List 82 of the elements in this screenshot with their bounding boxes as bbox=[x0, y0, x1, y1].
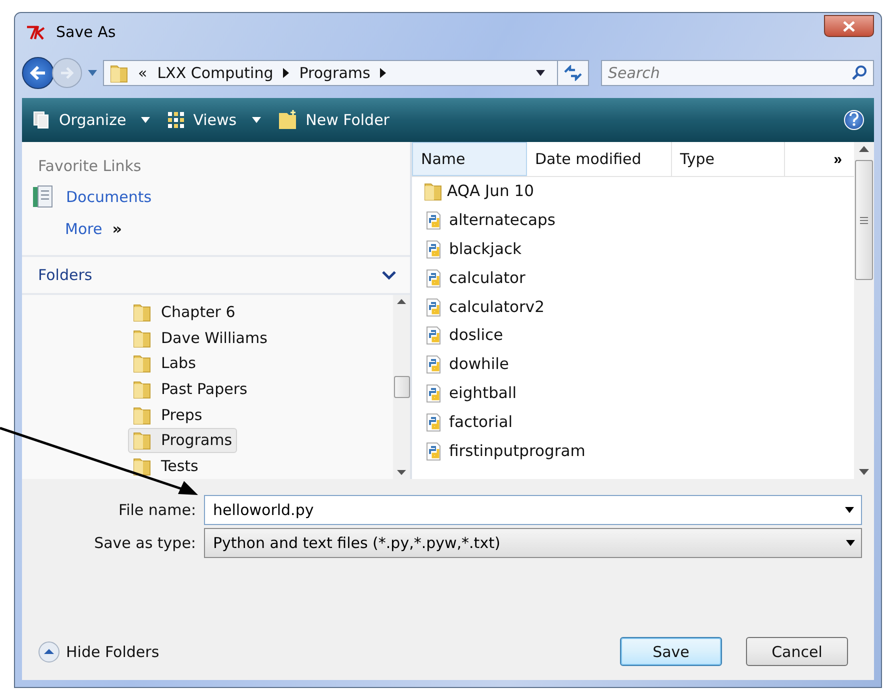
scroll-thumb[interactable] bbox=[394, 376, 410, 398]
folder-icon bbox=[133, 456, 151, 476]
file-item[interactable]: calculator bbox=[412, 263, 854, 292]
toolbar-button[interactable]: Organize bbox=[32, 110, 150, 130]
folder-tree-item[interactable]: Programs bbox=[128, 428, 238, 454]
folder-tree-item[interactable]: Past Papers bbox=[128, 376, 252, 402]
file-item[interactable]: eightball bbox=[412, 378, 854, 408]
scroll-down-icon[interactable] bbox=[859, 469, 869, 475]
file-item[interactable]: alternatecaps bbox=[412, 206, 854, 235]
dropdown-icon bbox=[536, 70, 545, 76]
dropdown-icon bbox=[846, 540, 855, 546]
folder-icon bbox=[110, 63, 128, 83]
folder-icon bbox=[133, 379, 151, 400]
dropdown-icon bbox=[845, 506, 854, 512]
folder-icon bbox=[424, 181, 442, 202]
folders-header[interactable]: Folders bbox=[22, 255, 410, 295]
folder-tree-item[interactable]: Dave Williams bbox=[128, 324, 272, 350]
field-label: Save as type: bbox=[93, 534, 196, 552]
refresh-button[interactable] bbox=[557, 60, 589, 86]
more-chevron-text: » bbox=[112, 220, 122, 238]
file-item[interactable]: factorial bbox=[412, 407, 854, 436]
folder-tree-item[interactable]: Tests bbox=[128, 453, 204, 479]
dropdown-icon bbox=[88, 70, 97, 76]
folder-icon bbox=[133, 353, 151, 374]
search-field[interactable]: Search bbox=[601, 60, 874, 86]
hide-folders-button[interactable]: Hide Folders bbox=[38, 640, 160, 662]
documents-icon bbox=[32, 185, 54, 209]
back-button[interactable] bbox=[22, 57, 54, 89]
forward-arrow-icon bbox=[60, 67, 74, 79]
refresh-icon bbox=[563, 65, 583, 81]
folder-tree-item[interactable]: Chapter 6 bbox=[128, 299, 240, 325]
close-icon bbox=[843, 20, 855, 32]
help-icon bbox=[849, 112, 859, 126]
folder-icon bbox=[133, 430, 151, 450]
address-bar[interactable]: « LXX Computing Programs bbox=[103, 60, 558, 86]
breadcrumb-item[interactable]: LXX Computing bbox=[157, 64, 274, 82]
scroll-thumb[interactable] bbox=[855, 160, 873, 280]
dropdown-icon bbox=[141, 117, 150, 123]
history-dropdown[interactable] bbox=[86, 70, 99, 76]
file-item[interactable]: blackjack bbox=[412, 234, 854, 264]
section-heading: Favorite Links bbox=[37, 156, 142, 177]
more-link[interactable]: More bbox=[65, 220, 102, 238]
scroll-down-icon[interactable] bbox=[397, 470, 406, 475]
column-header[interactable]: Name bbox=[412, 142, 527, 176]
folder-tree-item[interactable]: Labs bbox=[128, 350, 201, 376]
field-label: File name: bbox=[118, 500, 196, 518]
file-item[interactable]: firstinputprogram bbox=[412, 436, 854, 465]
grip-icon bbox=[860, 216, 868, 224]
file-item[interactable]: doslice bbox=[412, 320, 854, 350]
folder-icon bbox=[133, 404, 151, 425]
file-type-dropdown[interactable]: Python and text files (*.py,*.pyw,*.txt) bbox=[204, 528, 862, 558]
folder-icon bbox=[133, 328, 151, 348]
chevron-icon[interactable] bbox=[380, 68, 386, 78]
scroll-up-icon[interactable] bbox=[859, 146, 869, 152]
folder-tree-item[interactable]: Preps bbox=[128, 402, 208, 428]
scrollbar[interactable] bbox=[854, 142, 874, 479]
toolbar-button[interactable]: New Folder bbox=[276, 109, 390, 131]
collapse-icon bbox=[38, 640, 60, 662]
close-button[interactable] bbox=[824, 15, 874, 37]
file-item[interactable]: dowhile bbox=[412, 350, 854, 379]
grid-icon bbox=[166, 110, 186, 130]
dialog-button[interactable]: Cancel bbox=[746, 637, 848, 666]
file-item[interactable]: AQA Jun 10 bbox=[412, 177, 854, 206]
search-icon bbox=[851, 65, 867, 81]
dialog-button[interactable]: Save bbox=[620, 637, 722, 666]
back-arrow-icon bbox=[30, 66, 46, 80]
new-folder-icon bbox=[276, 109, 299, 131]
folder-icon bbox=[133, 302, 151, 322]
favorite-link[interactable]: Documents bbox=[22, 181, 410, 213]
help-button[interactable] bbox=[844, 110, 864, 130]
more-columns-button[interactable]: » bbox=[785, 142, 854, 176]
breadcrumb-item[interactable]: Programs bbox=[299, 64, 370, 82]
scrollbar[interactable] bbox=[393, 295, 410, 479]
toolbar-button[interactable]: Views bbox=[166, 110, 261, 130]
window-title: Save As bbox=[56, 23, 116, 41]
dropdown-icon bbox=[252, 117, 261, 123]
collapse-chevron-icon bbox=[382, 270, 396, 280]
breadcrumb-overflow[interactable]: « bbox=[138, 64, 148, 82]
scroll-up-icon[interactable] bbox=[397, 299, 406, 304]
file-name-field[interactable]: helloworld.py bbox=[204, 494, 862, 524]
file-item[interactable]: calculatorv2 bbox=[412, 292, 854, 321]
chevron-icon[interactable] bbox=[283, 68, 290, 78]
